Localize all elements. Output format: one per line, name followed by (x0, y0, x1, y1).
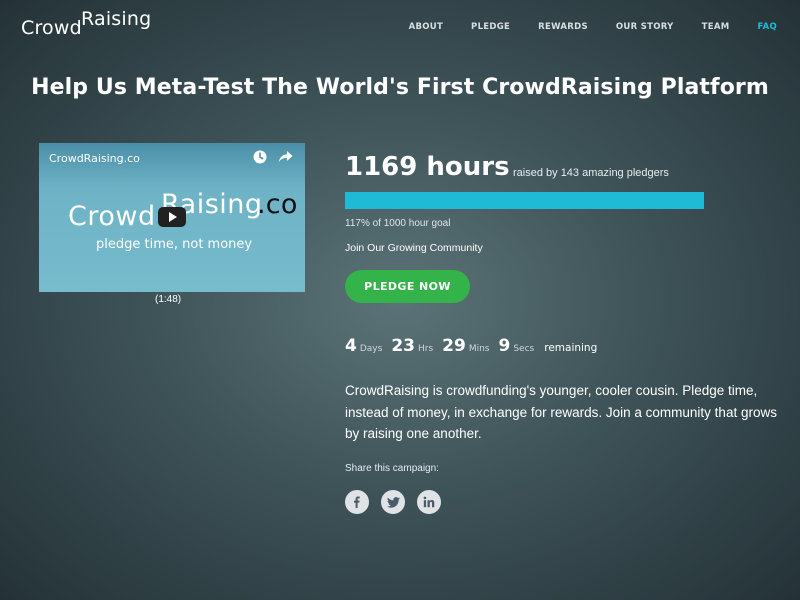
countdown-remaining-label: remaining (544, 342, 598, 354)
nav-item-pledge[interactable]: PLEDGE (471, 21, 510, 33)
site-logo[interactable]: Crowd Raising (21, 9, 151, 39)
logo-text-raising: Raising (81, 8, 152, 30)
clock-icon[interactable] (253, 150, 267, 169)
countdown-days-label: Days (359, 344, 383, 354)
share-buttons (345, 490, 441, 514)
countdown-minutes-label: Mins (468, 344, 490, 354)
video-title[interactable]: CrowdRaising.co (49, 152, 140, 165)
campaign-description: CrowdRaising is crowdfunding's younger, … (345, 383, 777, 441)
video-brand-co: .co (257, 189, 298, 220)
facebook-icon[interactable] (345, 490, 369, 514)
video-tagline: pledge time, not money (96, 237, 253, 252)
countdown-seconds-label: Secs (513, 344, 535, 354)
pledger-count: raised by 143 amazing pledgers (513, 167, 669, 179)
pledge-now-button[interactable]: PLEDGE NOW (345, 270, 470, 303)
countdown-timer: 4 Days 23 Hrs 29 Mins 9 Secs remaining (345, 336, 597, 356)
nav-item-rewards[interactable]: REWARDS (538, 21, 588, 33)
join-community-link[interactable]: Join Our Growing Community (345, 242, 483, 254)
play-icon[interactable] (158, 207, 186, 227)
page-title: Help Us Meta-Test The World's First Crow… (31, 75, 769, 100)
logo-text-crowd: Crowd (21, 17, 82, 39)
countdown-minutes: 29 (442, 336, 466, 356)
countdown-seconds: 9 (498, 336, 511, 356)
twitter-icon[interactable] (381, 490, 405, 514)
nav-item-team[interactable]: TEAM (702, 21, 730, 33)
video-controls (253, 150, 293, 169)
nav-item-our-story[interactable]: OUR STORY (616, 21, 674, 33)
video-brand-crowd: Crowd (68, 201, 156, 232)
share-arrow-icon[interactable] (278, 150, 293, 169)
video-duration: (1:48) (155, 294, 182, 305)
nav-item-about[interactable]: ABOUT (409, 21, 443, 33)
main-nav: ABOUT PLEDGE REWARDS OUR STORY TEAM FAQ (381, 21, 777, 33)
countdown-hours: 23 (391, 336, 415, 356)
share-label: Share this campaign: (345, 463, 439, 474)
nav-item-faq[interactable]: FAQ (757, 21, 777, 33)
progress-bar-fill (345, 192, 704, 209)
countdown-hours-label: Hrs (417, 344, 434, 354)
goal-text: 117% of 1000 hour goal (345, 218, 451, 229)
hours-raised: 1169 hours (345, 152, 510, 182)
linkedin-icon[interactable] (417, 490, 441, 514)
video-player[interactable]: CrowdRaising.co Crowd Raising .co pledge… (39, 143, 305, 292)
countdown-days: 4 (345, 336, 357, 356)
progress-bar (345, 192, 704, 209)
